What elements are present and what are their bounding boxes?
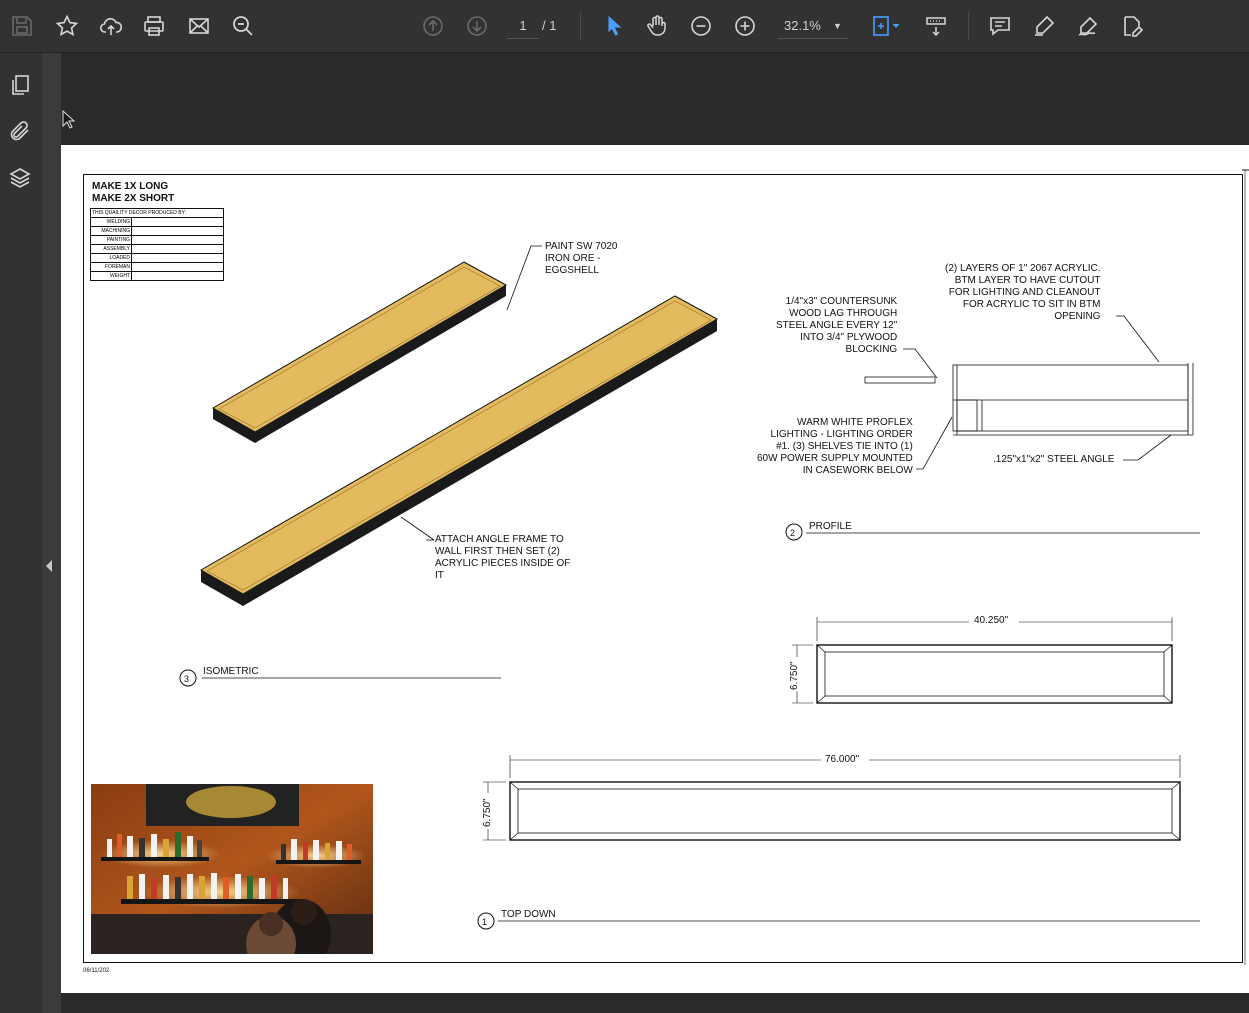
quality-row-label: ASSEMBLY <box>90 244 132 254</box>
comment-icon[interactable] <box>986 12 1014 40</box>
reference-render-image <box>91 784 373 954</box>
hand-icon[interactable] <box>643 12 671 40</box>
isometric-short-shelf <box>211 261 508 443</box>
view-number-top-down: 1 <box>482 917 488 927</box>
panel-splitter[interactable] <box>42 53 61 1013</box>
note-acrylic-layers: (2) LAYERS OF 1" 2067 ACRYLIC. BTM LAYER… <box>945 263 1101 322</box>
quality-row-label: FOREMAN <box>90 262 132 272</box>
mail-icon[interactable] <box>185 12 213 40</box>
zoom-level-value: 32.1% <box>784 18 821 33</box>
view-number-profile: 2 <box>790 528 796 538</box>
quality-signoff-table: THIS QUAILITY DECOR PRODUCED BY: WELDING… <box>90 208 224 281</box>
pdf-page: MAKE 1X LONG MAKE 2X SHORT THIS QUAILITY… <box>61 145 1249 993</box>
page-up-icon[interactable] <box>419 12 447 40</box>
quality-header: THIS QUAILITY DECOR PRODUCED BY: <box>90 208 224 218</box>
view-label-profile: PROFILE <box>809 521 852 532</box>
edit-pdf-icon[interactable] <box>1118 12 1146 40</box>
dimension-long-width: 76.000" <box>825 754 860 765</box>
dimension-long-height: 6.750" <box>482 798 493 827</box>
quality-row-label: PAINTING <box>90 235 132 245</box>
view-label-isometric: ISOMETRIC <box>203 666 259 677</box>
profile-section-drawing <box>864 363 1194 436</box>
zoom-in-icon[interactable] <box>731 12 759 40</box>
page-number-input[interactable]: 1 <box>507 14 539 39</box>
note-lighting: WARM WHITE PROFLEX LIGHTING - LIGHTING O… <box>757 417 913 476</box>
page-down-icon[interactable] <box>463 12 491 40</box>
drawing-date: 06/11/202 <box>83 968 110 974</box>
toolbar-divider <box>580 12 581 40</box>
select-cursor-icon[interactable] <box>600 12 628 40</box>
long-shelf-top-view <box>483 755 1181 841</box>
quality-row-label: WELDING <box>90 217 132 227</box>
collapse-panel-arrow-icon[interactable] <box>46 560 52 572</box>
title-make-long: MAKE 1X LONG <box>92 181 169 192</box>
sign-icon[interactable] <box>1074 12 1102 40</box>
star-icon[interactable] <box>53 12 81 40</box>
note-steel-angle: .125"x1"x2" STEEL ANGLE <box>993 454 1115 465</box>
note-wood-lag: 1/4"x3" COUNTERSUNK WOOD LAG THROUGH STE… <box>776 296 898 355</box>
quality-row-label: MACHINING <box>90 226 132 236</box>
zoom-out-icon[interactable] <box>687 12 715 40</box>
print-icon[interactable] <box>140 12 168 40</box>
attachment-icon[interactable] <box>8 119 34 145</box>
quality-row-label: WEIGHT <box>90 271 132 281</box>
dimension-short-width: 40.250" <box>974 615 1009 626</box>
toolbar-divider <box>968 12 969 40</box>
save-icon[interactable] <box>8 12 36 40</box>
left-navigation-rail <box>0 53 42 1013</box>
main-toolbar: 1 / 1 32.1% ▼ <box>0 0 1249 53</box>
page-total-label: / 1 <box>542 18 557 33</box>
chevron-down-icon: ▼ <box>833 21 842 31</box>
cloud-upload-icon[interactable] <box>97 12 125 40</box>
note-paint: PAINT SW 7020 IRON ORE - EGGSHELL <box>545 241 618 276</box>
zoom-level-select[interactable]: 32.1% ▼ <box>778 14 848 39</box>
view-number-isometric: 3 <box>184 674 190 684</box>
document-bottom-gutter <box>61 993 1249 1013</box>
layers-icon[interactable] <box>8 166 34 192</box>
quality-row-label: LOADED <box>90 253 132 263</box>
note-attach-angle: ATTACH ANGLE FRAME TO WALL FIRST THEN SE… <box>435 534 571 581</box>
view-label-top-down: TOP DOWN <box>501 909 556 920</box>
mouse-cursor-icon <box>62 109 76 135</box>
dimension-short-height: 6.750" <box>789 661 800 690</box>
search-icon[interactable] <box>229 12 257 40</box>
fit-page-icon[interactable] <box>866 12 906 40</box>
title-make-short: MAKE 2X SHORT <box>92 193 175 204</box>
scroll-mode-icon[interactable] <box>922 12 950 40</box>
short-shelf-top-view <box>792 617 1173 704</box>
highlight-icon[interactable] <box>1030 12 1058 40</box>
pages-icon[interactable] <box>8 73 34 99</box>
